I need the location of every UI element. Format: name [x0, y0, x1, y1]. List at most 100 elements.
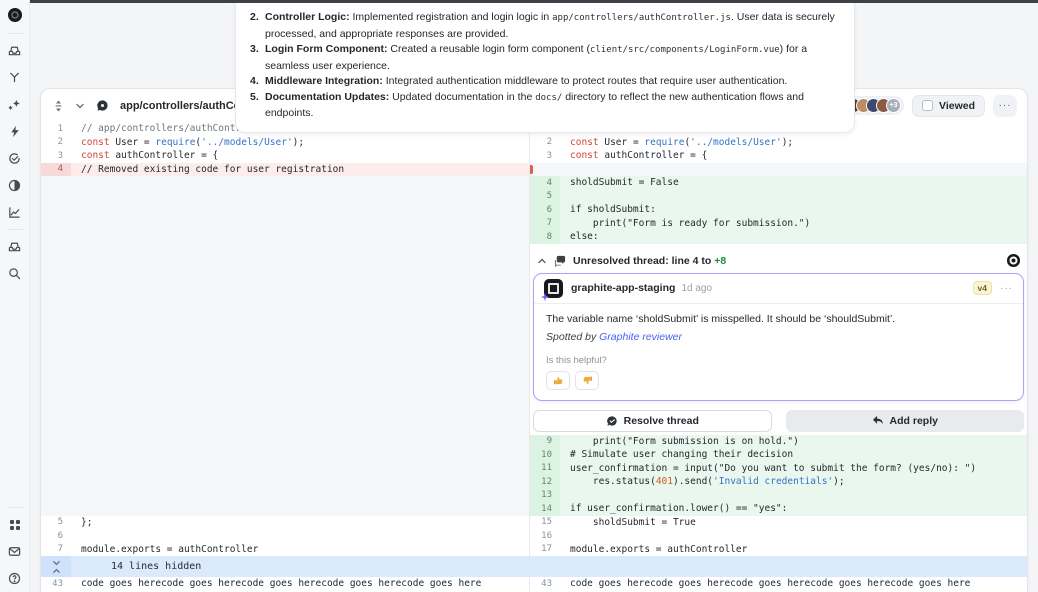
line-number[interactable]: 5: [41, 516, 71, 530]
line-number[interactable]: 7: [530, 217, 560, 231]
diff-line: 3const authController = {: [530, 149, 1027, 163]
thumb-down-button[interactable]: [575, 371, 599, 390]
summary-item: 4. Middleware Integration: Integrated au…: [250, 74, 838, 90]
viewed-checkbox[interactable]: [922, 100, 933, 111]
diff-line: 4sholdSubmit = False: [530, 176, 1027, 190]
line-number[interactable]: 6: [41, 529, 71, 543]
thread-line-range: +8: [714, 255, 726, 267]
code-text: const User = require('../models/User');: [560, 136, 1027, 150]
add-reply-button[interactable]: Add reply: [786, 410, 1025, 432]
diff-line: 4// Removed existing code for user regis…: [41, 163, 529, 177]
code-text: if user_confirmation.lower() == "yes":: [560, 502, 1027, 516]
diff-pane-new: 1// app/controllers/authController.js2co…: [530, 122, 1027, 556]
diff-line: 13: [530, 489, 1027, 503]
grid-icon[interactable]: [0, 511, 30, 538]
sync-check-icon[interactable]: [0, 145, 30, 172]
thread-header[interactable]: Unresolved thread: line 4 to +8: [533, 251, 1024, 271]
diff-line: 3const authController = {: [41, 149, 529, 163]
line-number[interactable]: 2: [530, 136, 560, 150]
code-text: [71, 529, 529, 543]
diff-rows: 9 print("Form submission is on hold.")10…: [530, 435, 1027, 557]
hidden-lines-bar[interactable]: 14 lines hidden: [41, 556, 1027, 577]
list-number: 4.: [250, 74, 265, 90]
code-text: [560, 190, 1027, 204]
help-icon[interactable]: [0, 565, 30, 592]
rail-divider: [7, 33, 23, 34]
line-number[interactable]: 43: [41, 577, 71, 591]
version-badge[interactable]: v4: [973, 281, 992, 295]
line-number[interactable]: 1: [41, 122, 71, 136]
code-text: else:: [560, 230, 1027, 244]
diff-line: 16: [530, 529, 1027, 543]
search-icon[interactable]: [0, 260, 30, 287]
diff-line: 11user_confirmation = input("Do you want…: [530, 462, 1027, 476]
graphite-reviewer-link[interactable]: Graphite reviewer: [599, 331, 682, 343]
viewed-button[interactable]: Viewed: [912, 95, 985, 117]
inbox-secondary-icon[interactable]: [0, 233, 30, 260]
line-number[interactable]: 14: [530, 502, 560, 516]
graphite-logo-icon[interactable]: [0, 0, 30, 30]
inline-code: docs/: [535, 93, 562, 103]
line-number[interactable]: 5: [530, 190, 560, 204]
comment-author[interactable]: graphite-app-staging: [571, 282, 675, 294]
item-text: Integrated authentication middleware to …: [383, 75, 788, 87]
line-number[interactable]: 11: [530, 462, 560, 476]
line-number[interactable]: 13: [530, 489, 560, 503]
contrast-icon[interactable]: [0, 172, 30, 199]
target-icon[interactable]: [1007, 254, 1020, 267]
hidden-lines-label: 14 lines hidden: [71, 561, 201, 572]
diff-rows: 1// app/controllers/authController.js2co…: [530, 122, 1027, 244]
item-text: Updated documentation in the: [389, 91, 535, 103]
line-number[interactable]: 10: [530, 448, 560, 462]
code-text: print("Form submission is on hold."): [560, 435, 1027, 449]
expand-hidden-gutter[interactable]: [41, 556, 71, 577]
expand-vertical-icon[interactable]: [53, 100, 64, 112]
line-number[interactable]: 2: [41, 136, 71, 150]
avatar-overflow-badge: +3: [886, 98, 901, 113]
diff-line: 14if user_confirmation.lower() == "yes":: [530, 502, 1027, 516]
line-number[interactable]: 17: [530, 543, 560, 557]
thumb-up-button[interactable]: [546, 371, 570, 390]
code-text: sholdSubmit = True: [560, 516, 1027, 530]
mail-icon[interactable]: [0, 538, 30, 565]
chevron-up-icon[interactable]: [537, 256, 547, 266]
chevron-down-icon: [52, 560, 61, 567]
line-number[interactable]: 9: [530, 435, 560, 449]
bolt-icon[interactable]: [0, 118, 30, 145]
code-text: code goes herecode goes herecode goes he…: [560, 577, 1027, 591]
summary-item: 5. Documentation Updates: Updated docume…: [250, 90, 838, 122]
comment-bubble-icon[interactable]: [96, 99, 109, 112]
diff-filler-removed: [530, 163, 1027, 177]
line-number[interactable]: 4: [41, 163, 71, 177]
line-number[interactable]: 4: [530, 176, 560, 190]
code-text: print("Form is ready for submission."): [560, 217, 1027, 231]
line-number[interactable]: 16: [530, 529, 560, 543]
thread-title: Unresolved thread: line 4 to: [573, 255, 711, 267]
resolve-thread-button[interactable]: Resolve thread: [533, 410, 772, 432]
line-number[interactable]: 6: [530, 203, 560, 217]
comment-more-button[interactable]: ···: [1000, 283, 1013, 294]
chart-line-icon[interactable]: [0, 199, 30, 226]
inbox-icon[interactable]: [0, 37, 30, 64]
diff-line: 2const User = require('../models/User');: [41, 136, 529, 150]
item-label: Login Form Component:: [265, 43, 387, 55]
resolve-check-icon: [606, 415, 618, 427]
line-number[interactable]: 15: [530, 516, 560, 530]
line-number[interactable]: 7: [41, 543, 71, 557]
diff-line: 5};: [41, 516, 529, 530]
line-number[interactable]: 8: [530, 230, 560, 244]
line-number[interactable]: 3: [530, 149, 560, 163]
comment-text: The variable name ‘sholdSubmit’ is missp…: [546, 313, 1011, 325]
file-more-button[interactable]: ···: [993, 95, 1017, 117]
branch-merge-icon[interactable]: [0, 64, 30, 91]
diff-line: 43 code goes herecode goes herecode goes…: [41, 577, 529, 591]
sparkles-icon[interactable]: [0, 91, 30, 118]
line-number[interactable]: 12: [530, 475, 560, 489]
diff-line: 9 print("Form submission is on hold."): [530, 435, 1027, 449]
line-number[interactable]: 43: [530, 577, 560, 591]
code-text: sholdSubmit = False: [560, 176, 1027, 190]
diff-line: 17module.exports = authController: [530, 543, 1027, 557]
chevron-down-icon[interactable]: [75, 101, 85, 111]
item-label: Documentation Updates:: [265, 91, 389, 103]
line-number[interactable]: 3: [41, 149, 71, 163]
